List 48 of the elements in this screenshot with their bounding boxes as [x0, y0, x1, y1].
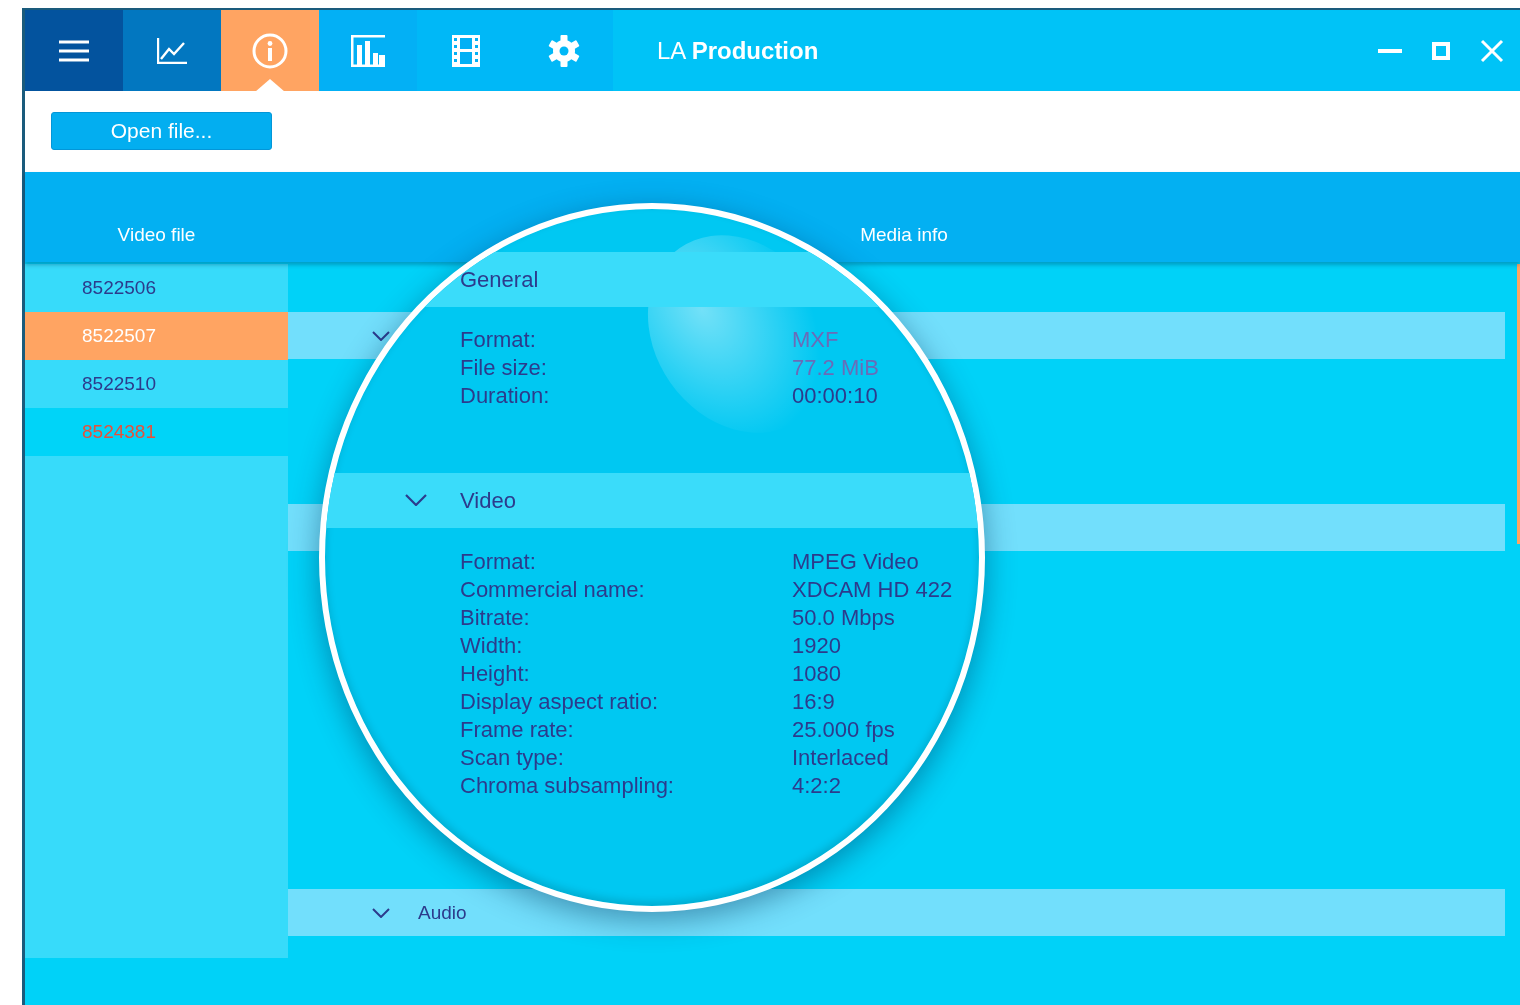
file-list-item[interactable]: 8522506: [25, 264, 288, 312]
toolbar-tab[interactable]: [123, 10, 221, 91]
close-icon[interactable]: [1480, 38, 1504, 63]
scrollbar-thumb[interactable]: [1517, 264, 1520, 544]
section-header[interactable]: Audio: [288, 889, 1505, 936]
field-label: Display aspect ratio:: [460, 689, 660, 715]
field-value: MPEG Video: [792, 549, 919, 575]
section-title: General: [460, 266, 539, 293]
field-label: Chroma subsampling:: [460, 773, 675, 799]
bar-chart-icon: [351, 34, 385, 67]
field-label: Format:: [460, 549, 537, 575]
column-header: Video file: [117, 224, 196, 246]
field-label: Commercial name:: [460, 577, 646, 603]
field-label: Scan type:: [460, 745, 565, 771]
field-label: Width:: [460, 633, 524, 659]
field-value: Interlaced: [792, 745, 889, 771]
field-value: 1920: [792, 633, 841, 659]
film-icon: [452, 34, 480, 67]
maximize-icon[interactable]: [1432, 41, 1450, 60]
toolbar-tab[interactable]: [25, 10, 123, 91]
app-title: LA Production: [657, 36, 819, 65]
info-icon: [252, 32, 288, 69]
field-value: MXF: [792, 327, 839, 353]
field-label: Frame rate:: [460, 717, 575, 743]
field-label: Duration:: [460, 383, 551, 409]
file-name: 8522506: [82, 277, 156, 299]
field-label: File size:: [460, 355, 548, 381]
file-name: 8524381: [82, 421, 156, 443]
column-header: Media info: [860, 224, 948, 246]
field-value: 50.0 Mbps: [792, 605, 895, 631]
field-value: 1080: [792, 661, 841, 687]
field-value: XDCAM HD 422: [792, 577, 953, 603]
section-title: Video: [460, 487, 516, 514]
file-name: 8522507: [82, 325, 156, 347]
file-list-item[interactable]: 8522510: [25, 360, 288, 408]
minimize-icon[interactable]: [1378, 47, 1402, 54]
field-label: Format:: [460, 327, 537, 353]
field-label: Height:: [460, 661, 531, 687]
field-value: 77.2 MiB: [792, 355, 879, 381]
menu-icon: [58, 38, 90, 63]
settings-icon: [547, 33, 581, 68]
line-chart-icon: [157, 37, 187, 64]
field-value: 25.000 fps: [792, 717, 895, 743]
file-name: 8522510: [82, 373, 156, 395]
field-value: 4:2:2: [792, 773, 841, 799]
field-value: 00:00:10: [792, 383, 878, 409]
field-value: 16:9: [792, 689, 835, 715]
field-label: Bitrate:: [460, 605, 531, 631]
